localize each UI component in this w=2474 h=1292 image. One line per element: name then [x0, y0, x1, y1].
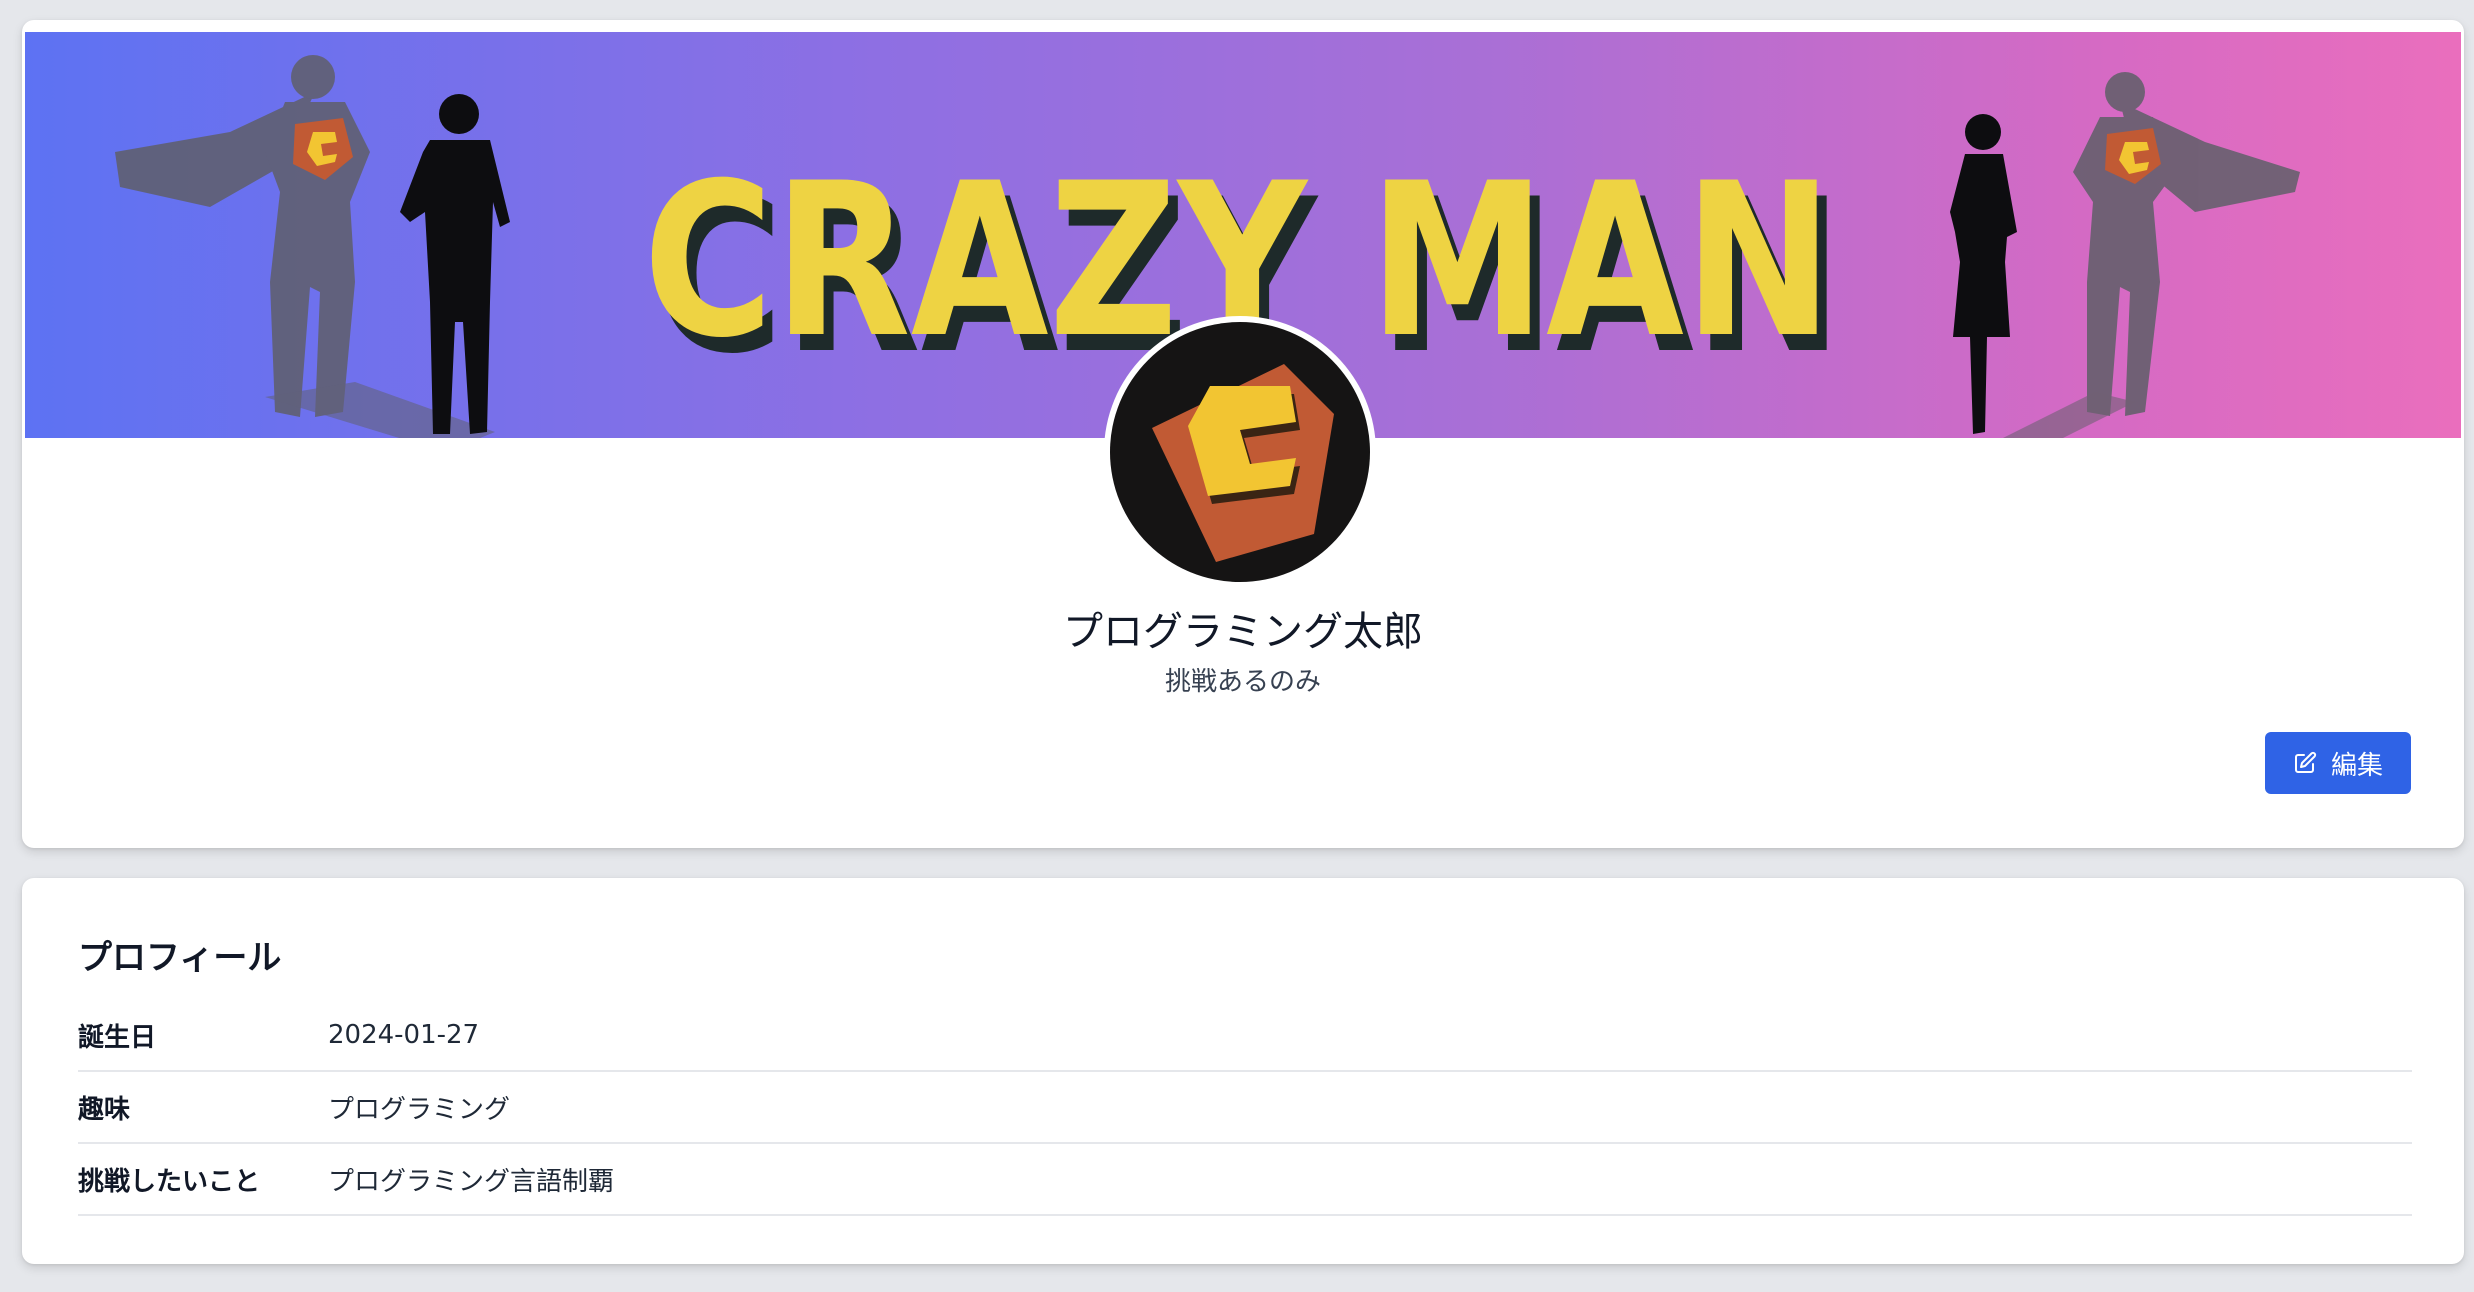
profile-details-card: プロフィール 誕生日 2024-01-27 趣味 プログラミング 挑戦したいこと… [22, 878, 2464, 1264]
c-emblem-icon [1110, 322, 1370, 582]
businesswoman-silhouette [1950, 114, 2017, 434]
pencil-square-icon [2294, 751, 2317, 773]
user-name: プログラミング太郎 [1063, 609, 1423, 655]
section-title: プロフィール [78, 938, 282, 978]
detail-value: プログラミング言語制覇 [328, 1166, 615, 1197]
profile-card: CRAZY MAN CRAZY MAN プログラミング太郎 挑戦あるのみ 編集 [22, 20, 2464, 848]
detail-row-hobby: 趣味 プログラミング [78, 1072, 2412, 1144]
profile-detail-list: 誕生日 2024-01-27 趣味 プログラミング 挑戦したいこと プログラミン… [78, 1000, 2412, 1216]
superhero-silhouette-right [2003, 72, 2300, 438]
detail-label: 挑戦したいこと [78, 1166, 261, 1197]
detail-label: 誕生日 [78, 1022, 157, 1053]
detail-value: 2024-01-27 [328, 1020, 480, 1050]
edit-button-label: 編集 [2330, 750, 2383, 781]
detail-value: プログラミング [328, 1094, 511, 1125]
detail-row-birthday: 誕生日 2024-01-27 [78, 1000, 2412, 1072]
businessman-silhouette [400, 94, 510, 434]
user-tagline: 挑戦あるのみ [1164, 667, 1321, 697]
edit-button[interactable]: 編集 [2265, 732, 2411, 794]
detail-label: 趣味 [78, 1094, 131, 1125]
avatar [1104, 316, 1376, 588]
detail-row-challenge: 挑戦したいこと プログラミング言語制覇 [78, 1144, 2412, 1216]
